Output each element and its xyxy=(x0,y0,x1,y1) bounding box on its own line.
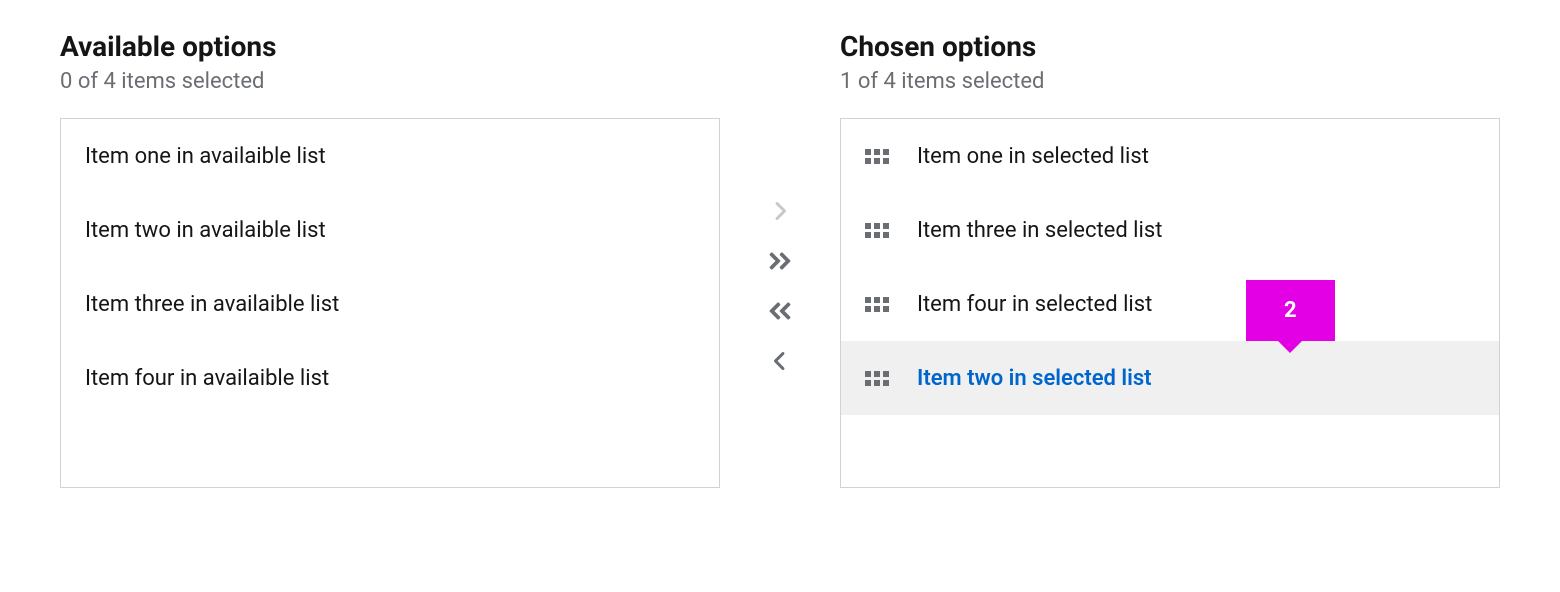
grip-vertical-icon[interactable] xyxy=(865,371,889,386)
angle-double-left-icon xyxy=(767,299,793,323)
list-item-label: Item three in selected list xyxy=(917,218,1162,243)
reorder-tooltip: 2 xyxy=(1246,280,1335,341)
list-item[interactable]: Item three in availaible list xyxy=(61,267,719,341)
list-item-label: Item four in availaible list xyxy=(85,366,329,391)
list-item[interactable]: Item one in selected list xyxy=(841,119,1499,193)
transfer-controls xyxy=(720,30,840,377)
dual-list-selector: Available options 0 of 4 items selected … xyxy=(60,30,1500,488)
list-item[interactable]: Item one in availaible list xyxy=(61,119,719,193)
list-item-label: Item four in selected list xyxy=(917,292,1152,317)
list-item-label: Item two in selected list xyxy=(917,366,1152,391)
list-item[interactable]: Item four in selected list xyxy=(841,267,1499,341)
list-item-label: Item one in selected list xyxy=(917,144,1149,169)
add-all-button[interactable] xyxy=(763,245,797,277)
angle-double-right-icon xyxy=(767,249,793,273)
remove-selected-button[interactable] xyxy=(767,345,793,377)
list-item-label: Item three in availaible list xyxy=(85,292,339,317)
remove-all-button[interactable] xyxy=(763,295,797,327)
chosen-pane: Chosen options 1 of 4 items selected Ite… xyxy=(840,30,1500,488)
chosen-list: Item one in selected list Item three in … xyxy=(840,118,1500,488)
angle-left-icon xyxy=(771,349,789,373)
list-item[interactable]: 2 Item two in selected list xyxy=(841,341,1499,415)
list-item-label: Item two in availaible list xyxy=(85,218,326,243)
list-item[interactable]: Item two in availaible list xyxy=(61,193,719,267)
grip-vertical-icon[interactable] xyxy=(865,297,889,312)
angle-right-icon xyxy=(771,199,789,223)
available-list: Item one in availaible list Item two in … xyxy=(60,118,720,488)
grip-vertical-icon[interactable] xyxy=(865,223,889,238)
available-title: Available options xyxy=(60,30,720,63)
list-item[interactable]: Item four in availaible list xyxy=(61,341,719,415)
add-selected-button[interactable] xyxy=(767,195,793,227)
list-item-label: Item one in availaible list xyxy=(85,144,326,169)
chosen-status: 1 of 4 items selected xyxy=(840,69,1500,94)
chosen-title: Chosen options xyxy=(840,30,1500,63)
list-item[interactable]: Item three in selected list xyxy=(841,193,1499,267)
grip-vertical-icon[interactable] xyxy=(865,149,889,164)
available-status: 0 of 4 items selected xyxy=(60,69,720,94)
available-pane: Available options 0 of 4 items selected … xyxy=(60,30,720,488)
